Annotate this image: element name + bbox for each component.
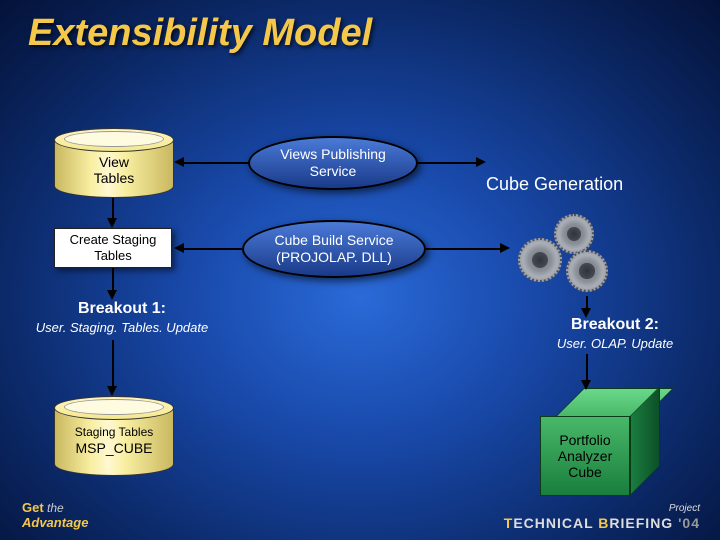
vps-label-1: Views Publishing [280, 146, 386, 163]
arrow-vt-to-cst [112, 198, 114, 220]
cbs-label-2: (PROJOLAP. DLL) [276, 249, 392, 266]
view-tables-label-2: Tables [54, 170, 174, 186]
arrow-breakout2-to-cube [586, 354, 588, 382]
portfolio-analyzer-cube: Portfolio Analyzer Cube [540, 388, 660, 498]
footer-project: Project [504, 503, 700, 515]
footer-technical-briefing: TECHNICAL BRIEFING '04 [504, 515, 700, 532]
staging-tables-cylinder: Staging Tables MSP_CUBE [54, 396, 174, 476]
cube-front-face: Portfolio Analyzer Cube [540, 416, 630, 496]
breakout2-title: Breakout 2: [530, 316, 700, 334]
footer-advantage: Advantage [22, 515, 88, 530]
arrow-cbs-to-cst [182, 248, 242, 250]
cst-label-2: Tables [94, 248, 132, 264]
cube-label-3: Cube [558, 464, 612, 480]
arrow-head-icon [107, 290, 117, 300]
arrow-head-icon [174, 157, 184, 167]
cube-generation-label: Cube Generation [486, 174, 623, 195]
view-tables-label-1: View [54, 154, 174, 170]
staging-label-2: MSP_CUBE [54, 440, 174, 456]
arrow-cst-to-breakout1 [112, 268, 114, 292]
views-publishing-service: Views Publishing Service [248, 136, 418, 190]
gears-icon [508, 210, 628, 300]
cube-label-1: Portfolio [558, 432, 612, 448]
arrow-vps-to-cubegen [418, 162, 478, 164]
cube-label-2: Analyzer [558, 448, 612, 464]
arrow-vps-to-viewtables [182, 162, 248, 164]
create-staging-tables-box: Create Staging Tables [54, 228, 172, 268]
arrow-breakout1-to-stagingcyl [112, 340, 114, 388]
slide-title: Extensibility Model [28, 12, 372, 55]
footer-left: Get the Advantage [22, 500, 88, 530]
arrow-head-icon [581, 308, 591, 318]
cube-build-service: Cube Build Service (PROJOLAP. DLL) [242, 220, 426, 278]
breakout2-sub: User. OLAP. Update [530, 336, 700, 351]
arrow-head-icon [476, 157, 486, 167]
arrow-head-icon [107, 386, 117, 396]
cst-label-1: Create Staging [70, 232, 157, 248]
view-tables-cylinder: View Tables [54, 128, 174, 198]
database-icon: View Tables [54, 128, 174, 198]
footer-right: Project TECHNICAL BRIEFING '04 [504, 503, 700, 532]
arrow-head-icon [174, 243, 184, 253]
breakout1: Breakout 1: User. Staging. Tables. Updat… [32, 300, 212, 335]
breakout1-title: Breakout 1: [32, 300, 212, 318]
arrow-head-icon [500, 243, 510, 253]
database-icon: Staging Tables MSP_CUBE [54, 396, 174, 476]
arrow-cbs-to-gears [426, 248, 502, 250]
footer-get: Get [22, 500, 44, 515]
staging-label-1: Staging Tables [54, 426, 174, 440]
arrow-head-icon [581, 380, 591, 390]
cbs-label-1: Cube Build Service [274, 232, 393, 249]
breakout1-sub: User. Staging. Tables. Update [32, 320, 212, 335]
arrow-head-icon [107, 218, 117, 228]
breakout2: Breakout 2: User. OLAP. Update [530, 316, 700, 351]
vps-label-2: Service [310, 163, 357, 180]
footer-the: the [47, 501, 64, 515]
